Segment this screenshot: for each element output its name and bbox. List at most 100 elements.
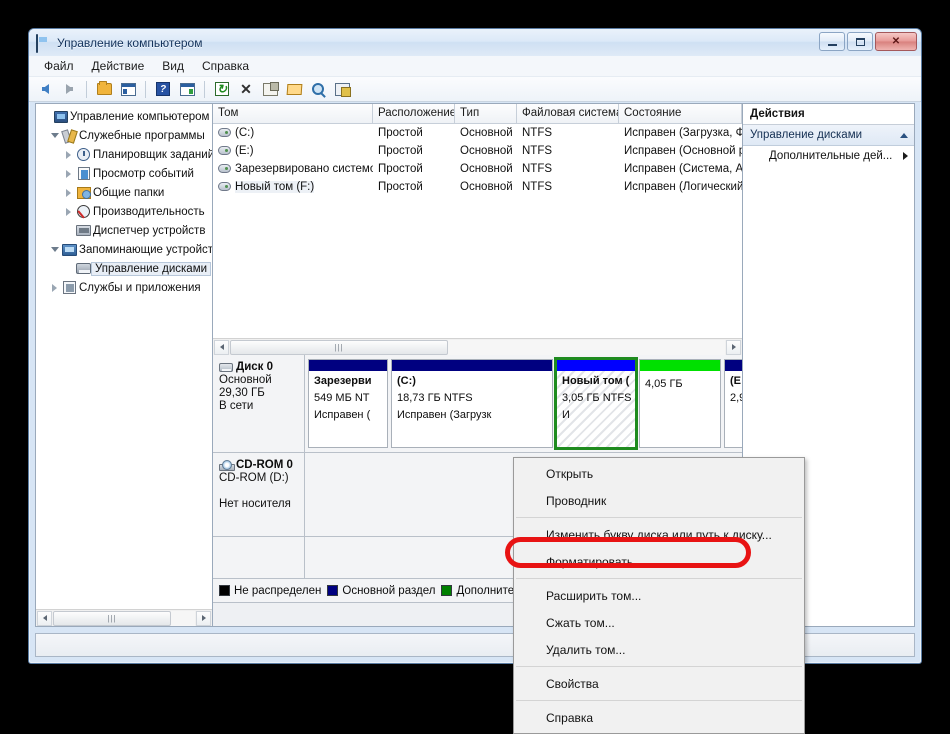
partition-band (557, 360, 635, 371)
cell-volume: (C:) (213, 127, 373, 139)
caret-up-icon[interactable] (900, 133, 908, 138)
cell-volume-label: (E:) (235, 145, 254, 157)
ctx-change-drive-letter[interactable]: Изменить букву диска или путь к диску... (514, 521, 804, 548)
tree-item-disk-management[interactable]: Управление дисками (36, 259, 212, 278)
table-row[interactable]: (C:) Простой Основной NTFS Исправен (Заг… (213, 124, 742, 142)
show-hide-tree-button[interactable] (117, 79, 139, 100)
tree-item-label: Диспетчер устройств (92, 225, 206, 237)
cell-filesystem: NTFS (517, 181, 619, 193)
tree-item-event-viewer[interactable]: Просмотр событий (36, 164, 212, 183)
partition-size: 549 МБ NT (309, 388, 387, 405)
tree-item-performance[interactable]: Производительность (36, 202, 212, 221)
help-button[interactable]: ? (152, 79, 174, 100)
tree-item-task-scheduler[interactable]: Планировщик заданий (36, 145, 212, 164)
partition-status (725, 405, 742, 408)
column-status[interactable]: Состояние (619, 104, 742, 123)
ctx-delete-volume[interactable]: Удалить том... (514, 636, 804, 663)
forward-button[interactable] (58, 79, 80, 100)
partition-c[interactable]: (C:) 18,73 ГБ NTFS Исправен (Загрузк (391, 359, 553, 448)
up-folder-button[interactable] (93, 79, 115, 100)
column-layout[interactable]: Расположение (373, 104, 455, 123)
storage-icon (61, 244, 78, 256)
cell-layout: Простой (373, 127, 455, 139)
scroll-left-arrow-icon[interactable] (214, 340, 229, 355)
tree-item-services-and-applications[interactable]: Службы и приложения (36, 278, 212, 297)
toolbar: ? ✕ (29, 77, 921, 102)
ctx-open[interactable]: Открыть (514, 460, 804, 487)
menu-separator (516, 666, 802, 667)
disk-row-disk0[interactable]: Диск 0 Основной 29,30 ГБ В сети Зарезерв… (213, 355, 742, 453)
cell-volume: Новый том (F:) (213, 181, 373, 193)
show-hide-action-pane-button[interactable] (176, 79, 198, 100)
action-more-actions[interactable]: Дополнительные дей... (743, 146, 914, 166)
ctx-help[interactable]: Справка (514, 704, 804, 731)
tree-twisty-open-icon[interactable] (48, 247, 61, 252)
tree-twisty-closed-icon[interactable] (48, 284, 61, 292)
partition-band (392, 360, 552, 371)
partition-system-reserved[interactable]: Зарезерви 549 МБ NT Исправен ( (308, 359, 388, 448)
ctx-explorer[interactable]: Проводник (514, 487, 804, 514)
maximize-button[interactable] (847, 32, 873, 51)
tree-twisty-closed-icon[interactable] (62, 208, 75, 216)
partition-size: 3,05 ГБ NTFS (557, 388, 635, 405)
tree-item-storage[interactable]: Запоминающие устройст (36, 240, 212, 259)
partition-new-volume-f[interactable]: Новый том ( 3,05 ГБ NTFS И (556, 359, 636, 448)
column-type[interactable]: Тип (455, 104, 517, 123)
volume-icon (218, 182, 231, 191)
menu-action[interactable]: Действие (83, 57, 154, 75)
ctx-properties[interactable]: Свойства (514, 670, 804, 697)
back-button[interactable] (34, 79, 56, 100)
column-filesystem[interactable]: Файловая система (517, 104, 619, 123)
scroll-left-arrow-icon[interactable] (37, 611, 52, 626)
scroll-right-arrow-icon[interactable] (196, 611, 211, 626)
ctx-shrink-volume[interactable]: Сжать том... (514, 609, 804, 636)
ctx-extend-volume[interactable]: Расширить том... (514, 582, 804, 609)
tree-twisty-closed-icon[interactable] (62, 151, 75, 159)
volume-hscroll-track[interactable]: ||| (230, 340, 725, 355)
refresh-button[interactable] (211, 79, 233, 100)
menu-help[interactable]: Справка (193, 57, 258, 75)
volume-icon (218, 164, 231, 173)
partition-e[interactable]: (E:) 2,93 ГБ NTFS (724, 359, 742, 448)
cell-type: Основной (455, 181, 517, 193)
tree-item-label: Общие папки (92, 187, 165, 199)
table-row[interactable]: (E:) Простой Основной NTFS Исправен (Осн… (213, 142, 742, 160)
partition-size: 2,93 ГБ NTFS (725, 388, 742, 405)
partition-free-space[interactable]: 4,05 ГБ (639, 359, 721, 448)
tree-hscroll-thumb[interactable]: ||| (53, 611, 171, 626)
disk-header-cdrom0: CD-ROM 0 CD-ROM (D:) Нет носителя (213, 453, 305, 536)
volume-hscroll-thumb[interactable]: ||| (230, 340, 448, 355)
volume-list-header: Том Расположение Тип Файловая система Со… (213, 104, 742, 124)
actions-group-disk-management[interactable]: Управление дисками (743, 125, 914, 146)
export-list-button[interactable] (331, 79, 353, 100)
properties-button[interactable] (259, 79, 281, 100)
tree-item-label: Просмотр событий (92, 168, 195, 180)
tree-twisty-closed-icon[interactable] (62, 170, 75, 178)
cell-volume: Зарезервировано системой (213, 163, 373, 175)
delete-button[interactable]: ✕ (235, 79, 257, 100)
ctx-format[interactable]: Форматировать... (514, 548, 804, 575)
cell-filesystem: NTFS (517, 145, 619, 157)
tree-twisty-closed-icon[interactable] (62, 189, 75, 197)
open-folder-button[interactable] (283, 79, 305, 100)
partition-status: Исправен (Загрузк (392, 405, 552, 422)
tree-item-computer-management[interactable]: Управление компьютером (л (36, 107, 212, 126)
tree-item-system-tools[interactable]: Служебные программы (36, 126, 212, 145)
menu-view[interactable]: Вид (153, 57, 193, 75)
table-row[interactable]: Зарезервировано системой Простой Основно… (213, 160, 742, 178)
disk-capacity: 29,30 ГБ (219, 387, 299, 399)
close-button[interactable]: ✕ (875, 32, 917, 51)
column-volume[interactable]: Том (213, 104, 373, 123)
minimize-button[interactable] (819, 32, 845, 51)
tree-twisty-open-icon[interactable] (48, 133, 61, 138)
tree-hscroll-track[interactable]: ||| (53, 611, 195, 626)
search-button[interactable] (307, 79, 329, 100)
search-icon (312, 83, 324, 95)
table-row[interactable]: Новый том (F:) Простой Основной NTFS Исп… (213, 178, 742, 196)
scroll-right-arrow-icon[interactable] (726, 340, 741, 355)
menu-file[interactable]: Файл (35, 57, 83, 75)
tree-hscrollbar[interactable]: ||| (36, 609, 212, 626)
tree-item-shared-folders[interactable]: Общие папки (36, 183, 212, 202)
volume-list-hscrollbar[interactable]: ||| (213, 338, 742, 355)
tree-item-device-manager[interactable]: Диспетчер устройств (36, 221, 212, 240)
